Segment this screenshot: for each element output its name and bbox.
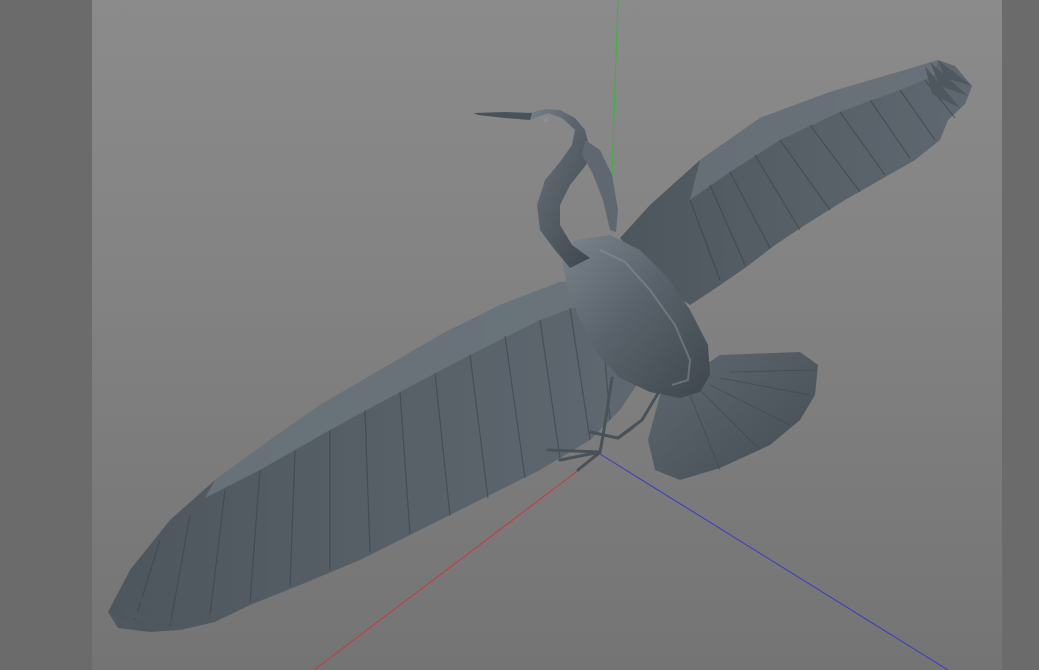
beak bbox=[474, 112, 532, 120]
eye bbox=[543, 117, 549, 123]
left-wing bbox=[108, 282, 645, 632]
right-wing bbox=[620, 60, 972, 305]
z-axis-line bbox=[599, 453, 949, 670]
y-axis-line bbox=[610, 0, 619, 206]
3d-viewport[interactable] bbox=[0, 0, 1039, 670]
heron-model[interactable] bbox=[108, 60, 972, 632]
scene-svg[interactable] bbox=[0, 0, 1039, 670]
